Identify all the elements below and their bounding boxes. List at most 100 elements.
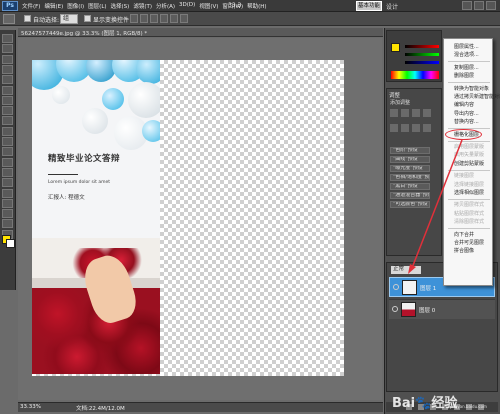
- tool-icon[interactable]: [2, 44, 13, 54]
- align-center-icon[interactable]: [170, 14, 178, 23]
- context-menu-item[interactable]: 向下合并: [454, 231, 474, 238]
- tool-icon[interactable]: [2, 167, 13, 177]
- menu-item[interactable]: 滤镜(T): [133, 2, 152, 10]
- color-swatch[interactable]: [391, 43, 400, 52]
- context-menu-item[interactable]: 复制图层...: [454, 64, 479, 71]
- adjustment-preset[interactable]: "曲线"预设: [390, 156, 430, 163]
- tool-icon[interactable]: [2, 75, 13, 85]
- tool-icon[interactable]: [2, 147, 13, 157]
- tool-icon[interactable]: [2, 198, 13, 208]
- red-slider[interactable]: [405, 45, 439, 48]
- curves-icon[interactable]: [412, 109, 420, 117]
- menu-item[interactable]: 选择(S): [111, 2, 130, 10]
- menu-item[interactable]: 分析(A): [156, 2, 175, 10]
- color-panel: [386, 30, 442, 82]
- exposure-icon[interactable]: [423, 109, 431, 117]
- maximize-icon[interactable]: [474, 1, 484, 10]
- tool-icon[interactable]: [2, 64, 13, 74]
- watermark-url: jingyan.baidu.com: [450, 404, 487, 409]
- layer-context-menu: 图层属性... 混合选项... 复制图层... 删除图层转换为智能对象 通过拷贝新建智能…: [443, 38, 500, 286]
- align-right-icon[interactable]: [180, 14, 188, 23]
- context-menu-item[interactable]: 删除图层: [454, 72, 474, 79]
- blend-mode-select[interactable]: 正常: [391, 266, 421, 274]
- adjustments-header[interactable]: 调整: [389, 91, 400, 99]
- context-menu-item[interactable]: 图层属性...: [454, 43, 479, 50]
- tool-icon[interactable]: [2, 116, 13, 126]
- context-menu-item: 拷贝图层样式: [454, 202, 485, 209]
- eye-icon[interactable]: [393, 284, 399, 290]
- context-menu-item[interactable]: 导出内容...: [454, 110, 479, 117]
- align-middle-icon[interactable]: [140, 14, 148, 23]
- adjustment-preset[interactable]: "可选颜色"预设: [390, 201, 430, 208]
- align-left-icon[interactable]: [160, 14, 168, 23]
- context-menu-item: 链接图层: [454, 173, 475, 180]
- status-doc-size[interactable]: 文档:22.4M/12.0M: [76, 404, 125, 412]
- align-bottom-icon[interactable]: [150, 14, 158, 23]
- status-zoom[interactable]: 33.33%: [20, 404, 41, 410]
- eye-icon[interactable]: [392, 306, 398, 312]
- minimize-icon[interactable]: [462, 1, 472, 10]
- levels-icon[interactable]: [401, 109, 409, 117]
- context-menu-item[interactable]: 替换内容...: [454, 118, 479, 125]
- background-color-swatch[interactable]: [6, 239, 15, 248]
- document-tab-title: 56247577449e.jpg @ 33.3% (图层 1, RGB/8) *: [21, 31, 148, 37]
- bw-icon[interactable]: [423, 123, 431, 132]
- context-menu-item: 选择链接图层: [454, 181, 485, 188]
- move-tool-icon[interactable]: [3, 14, 15, 24]
- context-menu-item[interactable]: 选择相似图层: [454, 189, 484, 196]
- zoom-level[interactable]: 33.3: [228, 2, 241, 9]
- tool-icon[interactable]: [2, 137, 13, 146]
- align-top-icon[interactable]: [130, 14, 138, 23]
- context-menu-item[interactable]: 合并可见图层: [454, 239, 484, 246]
- blue-slider[interactable]: [405, 61, 439, 64]
- adjustment-preset[interactable]: "色阶"预设: [390, 147, 430, 154]
- tool-icon[interactable]: [2, 126, 13, 136]
- context-menu-item[interactable]: 混合选项...: [454, 51, 479, 58]
- adjustment-preset[interactable]: "曝光度"预设: [390, 165, 430, 172]
- layer-row[interactable]: 图层 0: [389, 299, 495, 319]
- tool-icon[interactable]: [2, 188, 13, 198]
- adjustment-preset[interactable]: "色相/饱和度"预设: [390, 174, 430, 181]
- workspace-button[interactable]: 基本功能: [356, 1, 382, 11]
- tool-icon[interactable]: [2, 209, 13, 219]
- menu-separator: [448, 61, 490, 63]
- context-menu-item[interactable]: 编辑内容: [454, 101, 474, 108]
- show-transform-checkbox[interactable]: [84, 15, 91, 22]
- tool-icon[interactable]: [2, 54, 13, 64]
- context-menu-item: 粘贴图层样式: [454, 210, 485, 217]
- auto-select-dropdown[interactable]: 组: [60, 14, 78, 24]
- menu-item[interactable]: 图像(I): [67, 2, 84, 10]
- context-menu-item[interactable]: 创建剪贴蒙版: [454, 160, 484, 167]
- green-slider[interactable]: [405, 53, 439, 56]
- tool-icon[interactable]: [2, 34, 13, 43]
- vibrance-icon[interactable]: [390, 123, 398, 132]
- close-icon[interactable]: [486, 1, 496, 10]
- context-menu-item[interactable]: 通过拷贝新建智能对象: [454, 93, 500, 100]
- document-tab[interactable]: 56247577449e.jpg @ 33.3% (图层 1, RGB/8) *: [18, 28, 383, 37]
- menu-item[interactable]: 编辑(E): [44, 2, 63, 10]
- layer-name: 图层 1: [420, 286, 437, 292]
- menu-item[interactable]: 文件(F): [22, 2, 40, 10]
- menu-bar: Ps 文件(F) 编辑(E) 图像(I) 图层(L) 选择(S) 滤镜(T) 分析(A) 3D…: [0, 0, 500, 12]
- menu-item[interactable]: 图层(L): [88, 2, 106, 10]
- color-ramp[interactable]: [391, 71, 439, 79]
- tool-icon[interactable]: [2, 157, 13, 167]
- context-menu-item[interactable]: 转换为智能对象: [454, 85, 489, 92]
- hue-icon[interactable]: [401, 123, 409, 132]
- workspace-design-link[interactable]: 设计: [386, 2, 398, 11]
- adjustment-preset[interactable]: "通道混合器"预设: [390, 192, 430, 199]
- add-adjustment-label: 添加调整: [390, 100, 411, 106]
- menu-item[interactable]: 视图(V): [199, 2, 218, 10]
- tool-icon[interactable]: [2, 219, 13, 229]
- auto-select-checkbox[interactable]: [24, 15, 31, 22]
- balance-icon[interactable]: [412, 123, 420, 132]
- adjustment-preset[interactable]: "黑白"预设: [390, 183, 430, 190]
- context-menu-item[interactable]: 拼合图像: [454, 247, 474, 254]
- menu-item[interactable]: 帮助(H): [247, 2, 266, 10]
- tool-icon[interactable]: [2, 95, 13, 105]
- menu-item[interactable]: 3D(D): [179, 2, 195, 10]
- tool-icon[interactable]: [2, 85, 13, 95]
- tool-icon[interactable]: [2, 178, 13, 188]
- brightness-icon[interactable]: [390, 109, 398, 117]
- tool-icon[interactable]: [2, 106, 13, 116]
